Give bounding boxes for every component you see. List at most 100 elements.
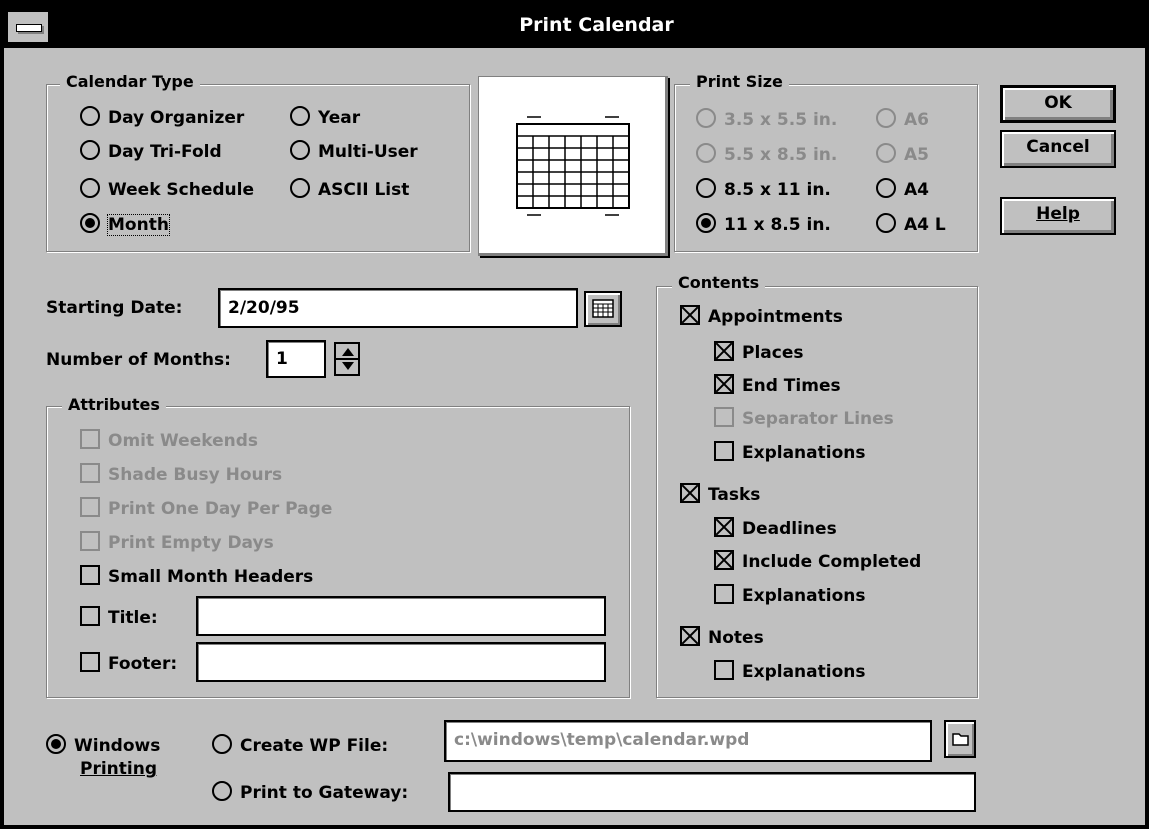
radio-size-3-5x5-5[interactable]: 3.5 x 5.5 in. bbox=[696, 108, 837, 131]
radio-indicator bbox=[290, 140, 310, 160]
radio-size-a5[interactable]: A5 bbox=[876, 143, 929, 166]
radio-indicator bbox=[80, 140, 100, 160]
number-of-months-input[interactable]: 1 bbox=[266, 340, 326, 378]
dialog-title: Print Calendar bbox=[519, 14, 674, 36]
checkbox-box bbox=[80, 565, 100, 585]
shade-busy-hours-checkbox[interactable]: Shade Busy Hours bbox=[80, 463, 282, 486]
radio-size-a4-landscape[interactable]: A4 L bbox=[876, 213, 946, 236]
checkbox-box bbox=[80, 652, 100, 672]
date-picker-button[interactable] bbox=[584, 291, 622, 327]
radio-ascii-list[interactable]: ASCII List bbox=[290, 178, 409, 201]
deadlines-checkbox[interactable]: Deadlines bbox=[714, 517, 837, 540]
tasks-explanations-checkbox[interactable]: Explanations bbox=[714, 584, 865, 607]
radio-multi-user[interactable]: Multi-User bbox=[290, 140, 418, 163]
radio-indicator bbox=[696, 178, 716, 198]
radio-indicator bbox=[696, 213, 716, 233]
radio-size-a4[interactable]: A4 bbox=[876, 178, 929, 201]
checkbox-box bbox=[80, 429, 100, 449]
radio-indicator bbox=[290, 106, 310, 126]
checkbox-box bbox=[80, 463, 100, 483]
radio-month[interactable]: Month bbox=[80, 213, 170, 236]
checkbox-box bbox=[714, 660, 734, 680]
radio-size-a6[interactable]: A6 bbox=[876, 108, 929, 131]
notes-explanations-checkbox[interactable]: Explanations bbox=[714, 660, 865, 683]
radio-indicator bbox=[876, 178, 896, 198]
checkbox-box bbox=[714, 550, 734, 570]
checkbox-box bbox=[714, 517, 734, 537]
gateway-input[interactable] bbox=[448, 772, 976, 812]
radio-windows-printing[interactable]: Windows bbox=[46, 734, 160, 757]
appointments-explanations-checkbox[interactable]: Explanations bbox=[714, 441, 865, 464]
system-menu-button[interactable] bbox=[8, 12, 50, 42]
radio-day-tri-fold[interactable]: Day Tri-Fold bbox=[80, 140, 222, 163]
checkbox-box bbox=[80, 606, 100, 626]
omit-weekends-checkbox[interactable]: Omit Weekends bbox=[80, 429, 258, 452]
attributes-legend: Attributes bbox=[62, 396, 166, 414]
radio-indicator bbox=[46, 734, 66, 754]
checkbox-box bbox=[714, 584, 734, 604]
radio-size-11x8-5[interactable]: 11 x 8.5 in. bbox=[696, 213, 831, 236]
separator-lines-checkbox[interactable]: Separator Lines bbox=[714, 407, 894, 430]
footer-input[interactable] bbox=[196, 642, 606, 682]
radio-print-to-gateway[interactable]: Print to Gateway: bbox=[212, 781, 408, 804]
windows-printing-label-line2: Printing bbox=[80, 759, 157, 779]
months-spinner[interactable] bbox=[334, 342, 360, 376]
browse-folder-button[interactable] bbox=[944, 720, 976, 758]
ok-button[interactable]: OK bbox=[1000, 85, 1116, 123]
places-checkbox[interactable]: Places bbox=[714, 341, 803, 364]
radio-indicator bbox=[696, 108, 716, 128]
print-calendar-dialog: Print Calendar Calendar Type Day Organiz… bbox=[0, 0, 1149, 829]
small-month-headers-checkbox[interactable]: Small Month Headers bbox=[80, 565, 313, 588]
title-checkbox[interactable]: Title: bbox=[80, 606, 158, 629]
print-size-legend: Print Size bbox=[690, 73, 789, 91]
radio-indicator bbox=[876, 213, 896, 233]
checkbox-box bbox=[714, 407, 734, 427]
radio-indicator bbox=[290, 178, 310, 198]
radio-size-5-5x8-5[interactable]: 5.5 x 8.5 in. bbox=[696, 143, 837, 166]
notes-checkbox[interactable]: Notes bbox=[680, 626, 764, 649]
footer-checkbox[interactable]: Footer: bbox=[80, 652, 177, 675]
checkbox-box bbox=[80, 531, 100, 551]
radio-indicator bbox=[80, 178, 100, 198]
calendar-preview bbox=[478, 76, 668, 256]
print-empty-days-checkbox[interactable]: Print Empty Days bbox=[80, 531, 274, 554]
title-bar: Print Calendar bbox=[4, 4, 1145, 48]
radio-indicator bbox=[876, 108, 896, 128]
radio-create-wp-file[interactable]: Create WP File: bbox=[212, 734, 388, 757]
calendar-type-legend: Calendar Type bbox=[60, 73, 200, 91]
radio-indicator bbox=[80, 213, 100, 233]
starting-date-label: Starting Date: bbox=[46, 298, 183, 318]
radio-week-schedule[interactable]: Week Schedule bbox=[80, 178, 254, 201]
appointments-checkbox[interactable]: Appointments bbox=[680, 305, 843, 328]
wp-file-path-input[interactable]: c:\windows\temp\calendar.wpd bbox=[444, 720, 932, 762]
checkbox-box bbox=[680, 626, 700, 646]
spin-down-icon[interactable] bbox=[342, 362, 354, 370]
checkbox-box bbox=[80, 497, 100, 517]
radio-day-organizer[interactable]: Day Organizer bbox=[80, 106, 244, 129]
cancel-button[interactable]: Cancel bbox=[1000, 130, 1116, 168]
checkbox-box bbox=[680, 305, 700, 325]
tasks-checkbox[interactable]: Tasks bbox=[680, 483, 760, 506]
checkbox-box bbox=[714, 441, 734, 461]
radio-indicator bbox=[696, 143, 716, 163]
checkbox-box bbox=[714, 374, 734, 394]
radio-indicator bbox=[212, 781, 232, 801]
radio-indicator bbox=[80, 106, 100, 126]
print-one-day-per-page-checkbox[interactable]: Print One Day Per Page bbox=[80, 497, 332, 520]
checkbox-box bbox=[680, 483, 700, 503]
system-menu-icon bbox=[16, 24, 42, 32]
starting-date-input[interactable]: 2/20/95 bbox=[218, 288, 578, 328]
spinner-divider bbox=[336, 358, 358, 360]
title-input[interactable] bbox=[196, 596, 606, 636]
spin-up-icon[interactable] bbox=[342, 348, 354, 356]
radio-indicator bbox=[212, 734, 232, 754]
folder-icon bbox=[952, 733, 969, 746]
month-calendar-preview-icon bbox=[516, 116, 630, 216]
radio-indicator bbox=[876, 143, 896, 163]
number-of-months-label: Number of Months: bbox=[46, 350, 231, 370]
include-completed-checkbox[interactable]: Include Completed bbox=[714, 550, 921, 573]
radio-size-8-5x11[interactable]: 8.5 x 11 in. bbox=[696, 178, 831, 201]
help-button[interactable]: Help bbox=[1000, 197, 1116, 235]
radio-year[interactable]: Year bbox=[290, 106, 360, 129]
end-times-checkbox[interactable]: End Times bbox=[714, 374, 841, 397]
